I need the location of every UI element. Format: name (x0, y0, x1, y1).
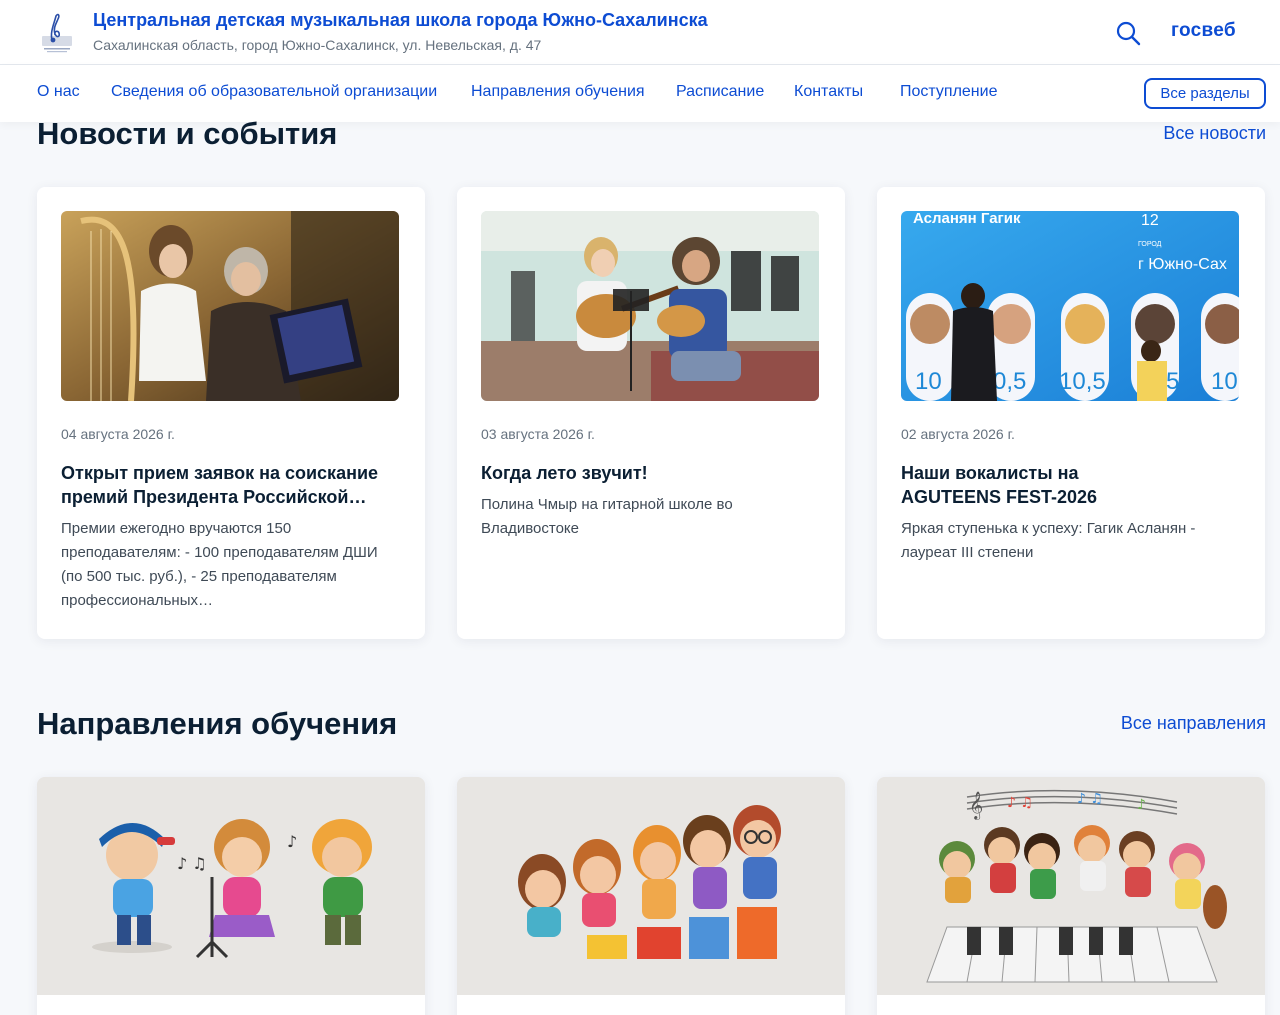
photo-score: 5 (1166, 368, 1179, 395)
svg-text:♪: ♪ (1137, 797, 1146, 813)
news-title[interactable]: Когда лето звучит! (481, 461, 811, 485)
svg-text:♪ ♫: ♪ ♫ (1077, 791, 1103, 807)
nav-item-contacts[interactable]: Контакты (794, 83, 863, 101)
all-sections-button[interactable]: Все разделы (1144, 78, 1266, 109)
news-card[interactable]: Асланян Гагик 12 ГОРОД г Южно-Сах 10 0,5… (877, 187, 1265, 639)
news-description: Яркая ступенька к успеху: Гагик Асланян … (901, 520, 1196, 561)
news-description: Полина Чмыр на гитарной школе во Владиво… (481, 496, 733, 537)
nav-item-schedule[interactable]: Расписание (676, 83, 764, 101)
photo-score: 10 (1211, 368, 1238, 395)
music-school-logo-icon[interactable] (40, 10, 74, 54)
main-navigation: О нас Сведения об образовательной органи… (0, 65, 1280, 122)
photo-city-label: ГОРОД (1138, 241, 1162, 248)
search-icon[interactable] (1114, 19, 1142, 47)
directions-section-title: Направления обучения (37, 706, 398, 741)
direction-card[interactable] (457, 777, 845, 1015)
school-name[interactable]: Центральная детская музыкальная школа го… (93, 10, 708, 31)
direction-image-orchestra-kids: 𝄞 ♪ ♫ ♪ ♫ ♪ (877, 777, 1265, 995)
photo-score: 10,5 (1059, 368, 1106, 395)
school-address: Сахалинская область, город Южно-Сахалинс… (93, 37, 542, 53)
news-image-guitar-lesson (481, 211, 819, 401)
photo-contestant-name: Асланян Гагик (913, 211, 1021, 227)
all-news-link[interactable]: Все новости (1163, 123, 1266, 144)
news-image-harp-lesson (61, 211, 399, 401)
site-header: Центральная детская музыкальная школа го… (0, 0, 1280, 65)
nav-item-about[interactable]: О нас (37, 83, 80, 101)
photo-score: 0,5 (993, 368, 1026, 395)
news-date: 04 августа 2026 г. (61, 426, 175, 442)
news-description: Премии ежегодно вручаются 150 преподават… (61, 520, 378, 609)
news-card[interactable]: 03 августа 2026 г. Когда лето звучит! По… (457, 187, 845, 639)
direction-image-choir-kids (457, 777, 845, 995)
news-image-vocal-contest: Асланян Гагик 12 ГОРОД г Южно-Сах 10 0,5… (901, 211, 1239, 401)
direction-card[interactable]: ♪ ♫ ♪ (37, 777, 425, 1015)
news-section-title: Новости и события (37, 116, 338, 151)
news-date: 02 августа 2026 г. (901, 426, 1015, 442)
direction-image-singing-kids: ♪ ♫ ♪ (37, 777, 425, 995)
svg-text:♪ ♫: ♪ ♫ (1007, 795, 1033, 811)
news-date: 03 августа 2026 г. (481, 426, 595, 442)
nav-item-admission[interactable]: Поступление (900, 83, 997, 101)
nav-item-org-info[interactable]: Сведения об образовательной организации (111, 83, 437, 101)
gosweb-logo[interactable]: госвеб (1171, 20, 1236, 42)
svg-text:♪: ♪ (287, 832, 297, 851)
photo-number: 12 (1141, 212, 1159, 229)
nav-item-directions[interactable]: Направления обучения (471, 83, 645, 101)
svg-text:♪ ♫: ♪ ♫ (177, 854, 207, 873)
photo-city: г Южно-Сах (1138, 256, 1227, 273)
news-title[interactable]: Открыт прием заявок на соискание премий … (61, 461, 391, 509)
news-card[interactable]: 04 августа 2026 г. Открыт прием заявок н… (37, 187, 425, 639)
all-directions-link[interactable]: Все направления (1121, 713, 1266, 734)
photo-score: 10 (915, 368, 942, 395)
direction-card[interactable]: 𝄞 ♪ ♫ ♪ ♫ ♪ (877, 777, 1265, 1015)
news-title[interactable]: Наши вокалисты на AGUTEENS FEST-2026 (901, 461, 1121, 509)
svg-text:𝄞: 𝄞 (969, 791, 983, 820)
